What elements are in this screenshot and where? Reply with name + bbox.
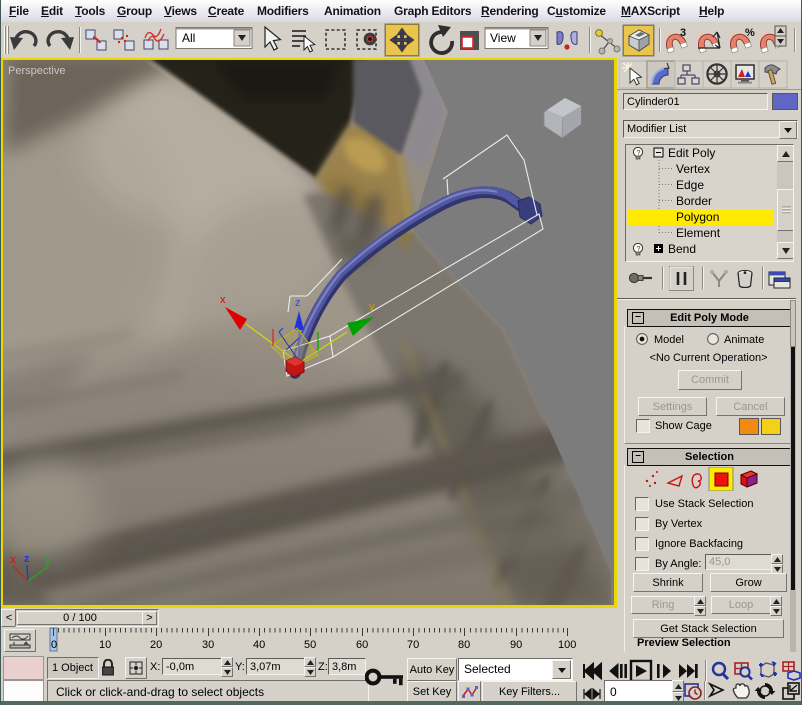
svg-text:View: View	[490, 31, 516, 45]
svg-text:0: 0	[51, 639, 57, 651]
svg-text:y: y	[45, 554, 52, 566]
svg-text:Element: Element	[676, 226, 721, 240]
svg-text:70: 70	[407, 639, 419, 651]
svg-text:Perspective: Perspective	[8, 65, 65, 77]
svg-text:20: 20	[150, 639, 162, 651]
svg-text:x: x	[10, 554, 17, 566]
svg-text:Vertex: Vertex	[676, 162, 710, 176]
svg-text:All: All	[182, 31, 195, 45]
svg-text:z: z	[295, 297, 301, 309]
svg-text:80: 80	[458, 639, 470, 651]
svg-text:y: y	[369, 301, 375, 313]
svg-text:60: 60	[356, 639, 368, 651]
svg-text:Border: Border	[676, 194, 712, 208]
svg-text:10: 10	[99, 639, 111, 651]
svg-text:50: 50	[304, 639, 316, 651]
svg-text:Polygon: Polygon	[676, 210, 719, 224]
svg-text:x: x	[220, 294, 226, 306]
svg-text:?: ?	[637, 150, 641, 157]
svg-text:Edge: Edge	[676, 178, 704, 192]
svg-text:Bend: Bend	[668, 242, 696, 256]
svg-text:100: 100	[558, 639, 576, 651]
svg-text:Edit Poly: Edit Poly	[668, 146, 715, 160]
svg-text:90: 90	[510, 639, 522, 651]
svg-text:3: 3	[680, 27, 686, 39]
svg-text:%: %	[745, 27, 755, 39]
svg-text:30: 30	[202, 639, 214, 651]
svg-text:z: z	[24, 553, 30, 565]
svg-text:40: 40	[253, 639, 265, 651]
